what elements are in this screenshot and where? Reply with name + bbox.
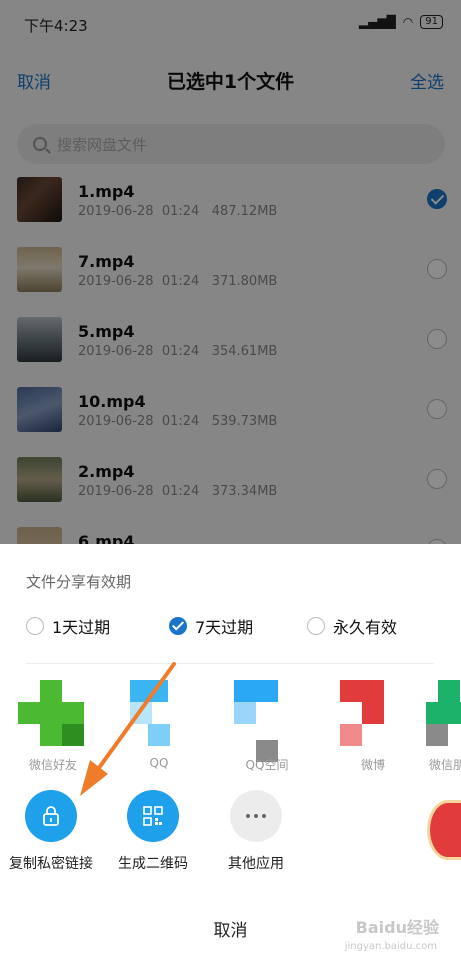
divider <box>26 663 434 664</box>
modal-overlay[interactable] <box>0 0 461 544</box>
qrcode-icon <box>127 790 179 842</box>
share-moments[interactable]: 微信朋友圈 <box>424 680 461 780</box>
share-qq[interactable]: QQ <box>124 680 194 780</box>
share-sheet: 文件分享有效期 1天过期 7天过期 永久有效 微信好友 QQ QQ空间 微博 微… <box>0 544 461 960</box>
copy-private-link-button[interactable]: 复制私密链接 <box>1 790 101 873</box>
radio-checked <box>169 617 187 635</box>
share-qzone[interactable]: QQ空间 <box>232 680 302 780</box>
generate-qrcode-button[interactable]: 生成二维码 <box>103 790 203 873</box>
watermark-logo: Baidu经验 <box>355 918 439 937</box>
share-wechat-friend[interactable]: 微信好友 <box>18 680 88 780</box>
mascot-icon <box>427 800 461 860</box>
validity-options: 1天过期 7天过期 永久有效 <box>0 614 461 642</box>
share-actions-row: 复制私密链接 生成二维码 其他应用 <box>0 790 461 880</box>
option-permanent[interactable]: 永久有效 <box>307 614 397 638</box>
share-apps-row: 微信好友 QQ QQ空间 微博 微信朋 <box>0 680 461 780</box>
radio-unchecked <box>307 617 325 635</box>
option-1-day[interactable]: 1天过期 <box>26 614 110 638</box>
radio-unchecked <box>26 617 44 635</box>
share-weibo[interactable]: 微博 <box>338 680 408 780</box>
watermark-url: jingyan.baidu.com <box>344 941 437 952</box>
more-icon <box>230 790 282 842</box>
share-validity-title: 文件分享有效期 <box>26 573 132 591</box>
lock-icon <box>25 790 77 842</box>
option-7-days[interactable]: 7天过期 <box>169 614 253 638</box>
other-apps-button[interactable]: 其他应用 <box>206 790 306 873</box>
